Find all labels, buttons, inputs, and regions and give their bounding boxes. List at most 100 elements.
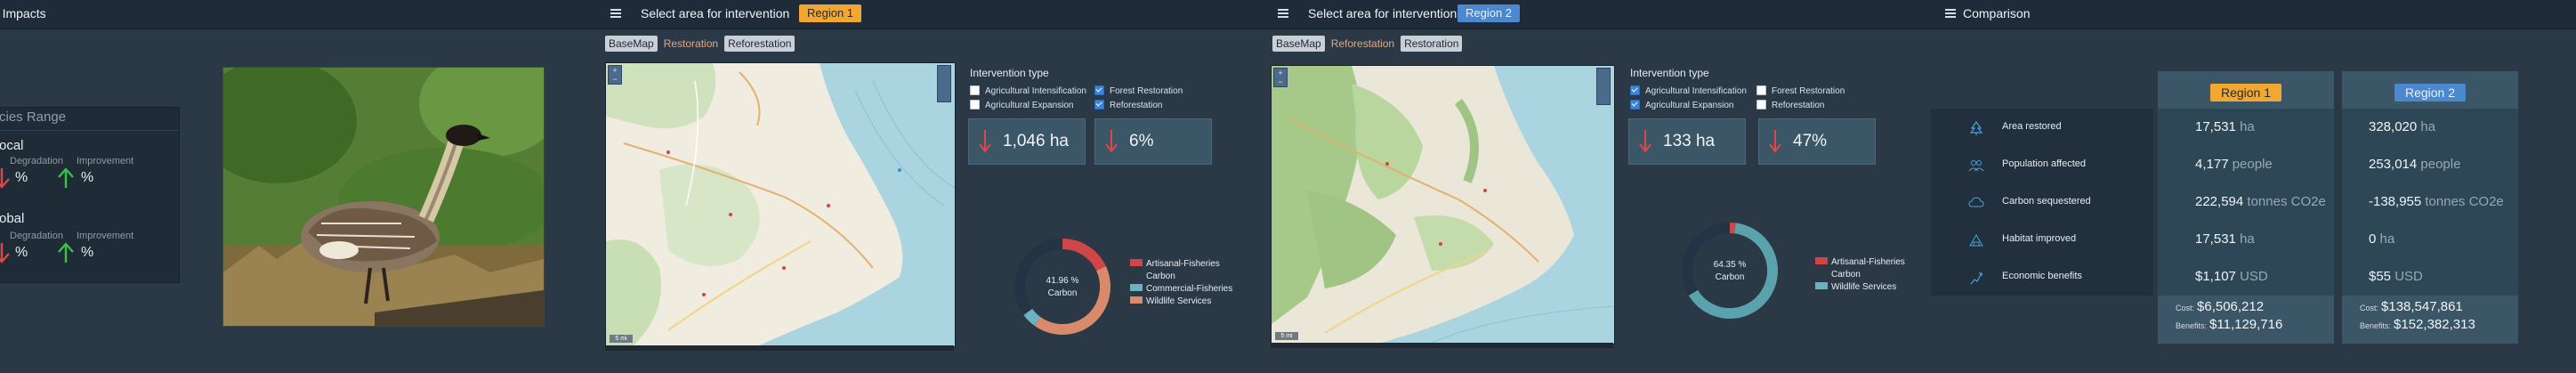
region1-cost: Cost: $6,506,212 (2176, 299, 2265, 314)
donut-center-pct: 41.96 % (1046, 276, 1079, 286)
region1-header: Region 1 (2158, 84, 2334, 101)
metric-row-economic-benefits: Economic benefits (1931, 258, 2153, 296)
donut-center-label: Carbon (1047, 288, 1078, 298)
area-metric-card: 1,046 ha (968, 118, 1086, 165)
arrow-down-icon (0, 243, 10, 264)
checkbox-forest-restoration[interactable]: Forest Restoration (1756, 85, 1845, 98)
region2-economic-benefits: $55 USD (2342, 258, 2518, 296)
region1-benefits: Benefits: $11,129,716 (2176, 317, 2283, 332)
region2-area-restored: 328,020 ha (2342, 109, 2518, 147)
donut-legend: Artisanal-Fisheries Carbon Commercial-Fish… (1130, 258, 1232, 308)
region-badge: Region 2 (2394, 84, 2467, 101)
legend-label: Wildlife Services (1831, 282, 1897, 292)
checkbox-agricultural-expansion[interactable]: Agricultural Expansion (1630, 99, 1734, 112)
region1-area-restored: 17,531 ha (2158, 109, 2334, 147)
tab-restoration[interactable]: Restoration (660, 36, 722, 52)
map-canvas[interactable] (1272, 66, 1614, 344)
layer-tabs: BaseMap Restoration Reforestation (605, 36, 797, 52)
area-metric-card: 133 ha (1628, 118, 1746, 165)
menu-icon[interactable] (610, 9, 621, 18)
comparison-panel: Comparison Area restored Population affe… (1931, 0, 2576, 373)
legend-item: Wildlife Services (1815, 281, 1905, 294)
zoom-in-icon[interactable]: + (1274, 69, 1287, 77)
zoom-out-icon[interactable]: − (609, 75, 621, 84)
global-label: obal (0, 211, 25, 226)
legend-item: Commercial-Fisheries (1130, 283, 1232, 296)
arrow-up-icon (58, 167, 74, 188)
arrow-down-icon (0, 168, 10, 189)
percent-metric-card: 47% (1758, 118, 1876, 165)
legend-label: Artisanal-Fisheries (1146, 259, 1220, 269)
checkbox-reforestation[interactable]: Reforestation (1094, 99, 1162, 112)
menu-icon[interactable] (1945, 9, 1956, 18)
area-metric-value: 133 ha (1663, 132, 1716, 150)
panel-header: Comparison (1931, 0, 2576, 29)
nene-goose-image (223, 68, 544, 326)
intervention-type-title: Intervention type (1630, 67, 1709, 79)
row-label: Carbon sequestered (2002, 196, 2091, 207)
checkbox-forest-restoration[interactable]: Forest Restoration (1094, 85, 1183, 98)
zoom-control[interactable]: + − (1273, 68, 1288, 87)
map-tools-control[interactable] (1596, 68, 1611, 105)
legend-swatch (1130, 284, 1143, 292)
percent-metric-value: 47% (1793, 132, 1828, 150)
tab-basemap[interactable]: BaseMap (605, 36, 658, 52)
map[interactable]: + − 5 mi (605, 62, 956, 347)
legend-swatch (1130, 259, 1143, 267)
panel-header: Select area for intervention Region 2 (1264, 0, 1931, 29)
metric-row-carbon-sequestered: Carbon sequestered (1931, 183, 2153, 221)
legend-item: Carbon (1130, 271, 1232, 283)
region1-habitat-improved: 17,531 ha (2158, 221, 2334, 259)
area-metric-value: 1,046 ha (1003, 132, 1069, 150)
species-range-box: cies Range ocal Degradation Improvement … (0, 107, 180, 283)
legend-item: Wildlife Services (1130, 296, 1232, 308)
metric-row-area-restored: Area restored (1931, 109, 2153, 146)
donut-center-pct: 64.35 % (1713, 260, 1747, 270)
map[interactable]: + − 5 mi (1271, 65, 1615, 345)
map-canvas[interactable] (606, 63, 955, 346)
legend-label: Artisanal-Fisheries (1831, 257, 1905, 267)
legend-item: Carbon (1815, 269, 1905, 281)
region1-carbon-sequestered: 222,594 tonnes CO2e (2158, 183, 2334, 222)
tab-reforestation[interactable]: Reforestation (724, 36, 795, 52)
region2-habitat-improved: 0 ha (2342, 221, 2518, 259)
local-degradation-value: % (15, 170, 28, 185)
legend-label: Commercial-Fisheries (1146, 284, 1233, 294)
map-scale: 5 mi (1275, 332, 1298, 340)
intervention-panel-region2: Select area for intervention Region 2 Ba… (1264, 0, 1931, 373)
layer-tabs: BaseMap Reforestation Restoration (1272, 36, 1465, 52)
checkbox-reforestation[interactable]: Reforestation (1756, 99, 1824, 112)
row-label: Area restored (2002, 121, 2062, 132)
divider (0, 130, 179, 131)
legend-item: Artisanal-Fisheries (1130, 258, 1232, 271)
zoom-control[interactable]: + − (608, 65, 622, 85)
tab-reforestation[interactable]: Reforestation (1328, 36, 1398, 52)
legend-swatch (1130, 296, 1143, 304)
region2-population-affected: 253,014 people (2342, 146, 2518, 184)
intervention-type-title: Intervention type (970, 67, 1049, 79)
economic-icon (1970, 272, 1982, 285)
region1-column: Region 1 17,531 ha 4,177 people 222,594 … (2158, 71, 2334, 344)
row-label: Habitat improved (2002, 233, 2077, 244)
tab-restoration[interactable]: Restoration (1401, 36, 1463, 52)
tab-basemap[interactable]: BaseMap (1272, 36, 1325, 52)
people-icon (1968, 160, 1984, 172)
local-improvement-value: % (81, 170, 94, 185)
donut-chart (1014, 239, 1110, 335)
checkbox-agricultural-intensification[interactable]: Agricultural Intensification (1630, 85, 1747, 98)
donut-hole (1692, 233, 1767, 308)
zoom-out-icon[interactable]: − (1274, 77, 1287, 86)
panel-title: Select area for intervention (641, 6, 790, 20)
zoom-in-icon[interactable]: + (609, 66, 621, 75)
checkbox-agricultural-expansion[interactable]: Agricultural Expansion (970, 99, 1074, 112)
ecosystem-services-donut: 41.96 % Carbon (1005, 230, 1119, 344)
arrow-up-icon (58, 242, 74, 263)
checkbox-agricultural-intensification[interactable]: Agricultural Intensification (970, 85, 1086, 98)
row-label: Population affected (2002, 158, 2086, 169)
menu-icon[interactable] (1278, 9, 1288, 18)
comparison-metrics-list: Area restored Population affected Carbon… (1931, 109, 2153, 296)
region2-column: Region 2 328,020 ha 253,014 people -138,… (2342, 71, 2518, 344)
map-tools-control[interactable] (937, 65, 951, 102)
local-degradation-label: Degradation (10, 156, 63, 166)
region1-population-affected: 4,177 people (2158, 146, 2334, 184)
